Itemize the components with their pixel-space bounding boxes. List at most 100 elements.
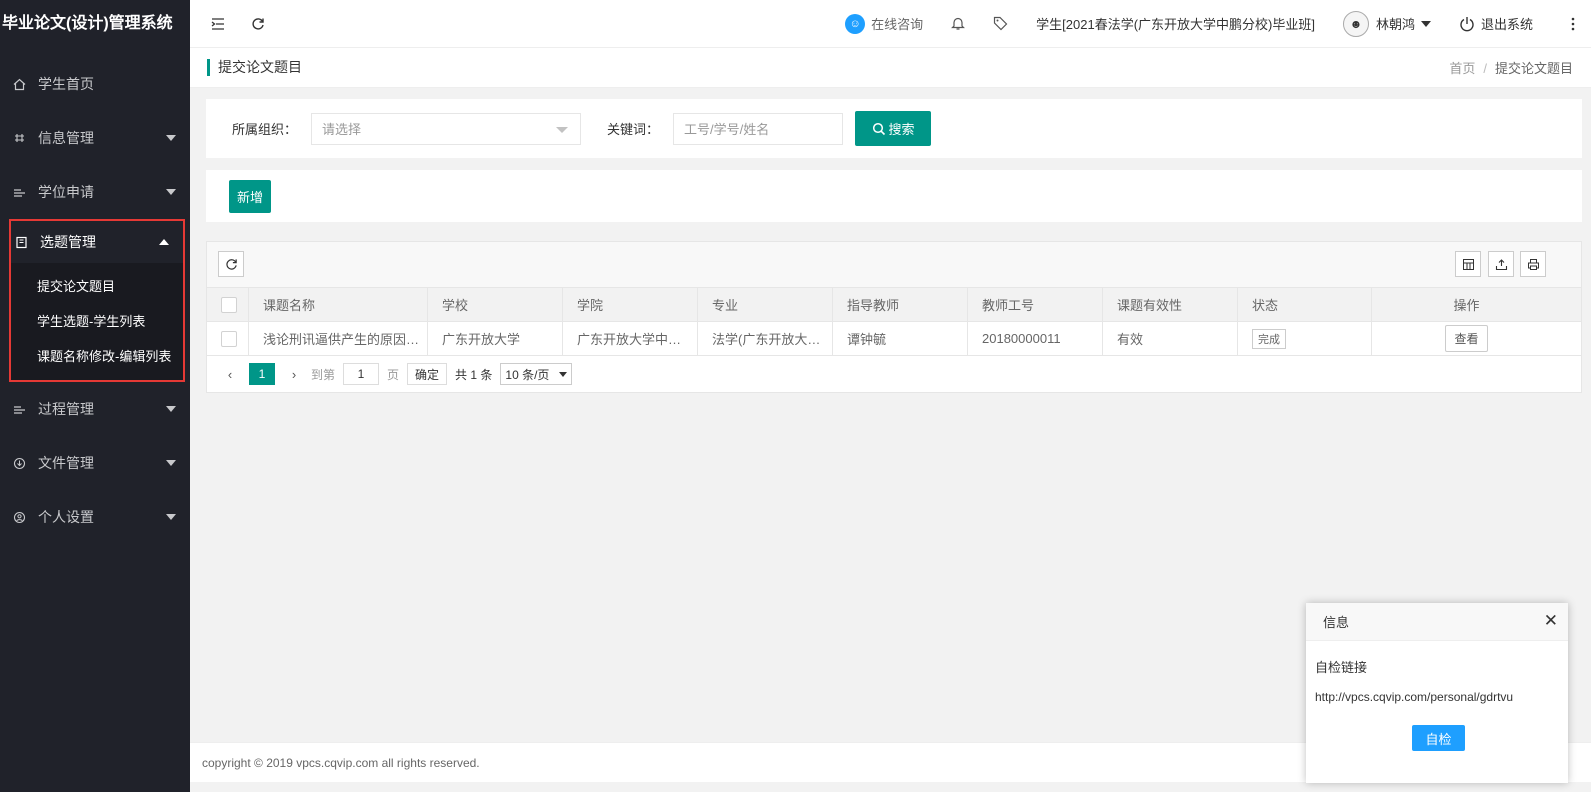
self-check-button[interactable]: 自检 (1412, 725, 1465, 751)
column-header[interactable]: 教师工号 (968, 288, 1103, 321)
columns-button[interactable] (1455, 251, 1481, 277)
export-icon (1495, 258, 1507, 270)
chevron-down-icon (1420, 20, 1431, 27)
top-header: ☺ 在线咨询 学生[2021春法学(广东开放大学中鹏分校)毕业班] ☻ 林朝鸿 … (190, 0, 1591, 48)
breadcrumb-separator: / (1483, 61, 1487, 76)
page-unit: 页 (387, 367, 400, 382)
print-button[interactable] (1520, 251, 1546, 277)
cell-college: 广东开放大学中… (563, 322, 698, 355)
self-check-link[interactable]: http://vpcs.cqvip.com/personal/gdrtvu (1315, 690, 1559, 704)
columns-icon (1462, 258, 1474, 270)
select-all-cell (207, 288, 249, 321)
chevron-down-icon (559, 371, 568, 377)
column-header: 操作 (1453, 298, 1480, 313)
chevron-down-icon (166, 189, 176, 195)
tag-icon (994, 16, 1008, 31)
more-vertical-icon (1571, 17, 1575, 30)
sidebar-item-home[interactable]: 学生首页 (0, 57, 190, 111)
export-button[interactable] (1488, 251, 1514, 277)
info-icon (12, 131, 26, 145)
cell-school: 广东开放大学 (428, 322, 563, 355)
refresh-icon (225, 258, 237, 270)
sidebar-item-label: 信息管理 (38, 130, 94, 146)
menu-toggle-button[interactable] (198, 0, 238, 48)
sidebar-item-label: 选题管理 (40, 234, 96, 250)
current-page[interactable]: 1 (249, 363, 275, 385)
print-icon (1527, 258, 1539, 270)
popup-label: 自检链接 (1315, 660, 1368, 675)
chevron-down-icon (166, 460, 176, 466)
cell-advisor-id: 20180000011 (968, 322, 1103, 355)
column-header[interactable]: 学院 (563, 288, 698, 321)
goto-confirm-button[interactable]: 确定 (407, 363, 448, 385)
avatar: ☻ (1342, 10, 1369, 37)
column-header[interactable]: 专业 (698, 288, 833, 321)
row-checkbox[interactable] (221, 330, 237, 347)
menu-fold-icon (211, 17, 224, 30)
sidebar-subitem-submit-title[interactable]: 提交论文题目 (11, 269, 183, 304)
column-header[interactable]: 课题有效性 (1103, 288, 1238, 321)
degree-icon (12, 185, 26, 199)
user-menu[interactable]: ☻ 林朝鸿 (1329, 0, 1445, 48)
breadcrumb-bar: 提交论文题目 首页 / 提交论文题目 (190, 48, 1591, 88)
user-settings-icon (12, 510, 26, 524)
sidebar-item-label: 过程管理 (38, 401, 94, 417)
notification-button[interactable] (937, 0, 979, 48)
online-consult-link[interactable]: ☺ 在线咨询 (831, 0, 937, 48)
refresh-button[interactable] (238, 0, 278, 48)
sidebar-item-topic[interactable]: 选题管理 (11, 221, 183, 263)
goto-label: 到第 (311, 367, 336, 382)
breadcrumb-current: 提交论文题目 (1494, 61, 1573, 76)
pagination: ‹ 1 › 到第 1 页 确定 共 1 条 10 条/页 (207, 356, 1581, 392)
add-button[interactable]: 新增 (229, 179, 271, 213)
sidebar-item-settings[interactable]: 个人设置 (0, 490, 190, 544)
sidebar-item-file[interactable]: 文件管理 (0, 436, 190, 490)
close-icon[interactable]: ✕ (1544, 612, 1558, 630)
column-header[interactable]: 学校 (428, 288, 563, 321)
sidebar-subitem-student-list[interactable]: 学生选题-学生列表 (11, 304, 183, 339)
cell-advisor: 谭钟毓 (833, 322, 968, 355)
sidebar: 毕业论文(设计)管理系统 学生首页 信息管理 学位申请 选题管理 提交论文题目 (0, 0, 190, 792)
sidebar-item-degree[interactable]: 学位申请 (0, 165, 190, 219)
keyword-input[interactable]: 工号/学号/姓名 (673, 112, 844, 145)
breadcrumb-home-link[interactable]: 首页 (1449, 61, 1475, 76)
sidebar-subitem-edit-list[interactable]: 课题名称修改-编辑列表 (11, 339, 183, 374)
select-all-checkbox[interactable] (221, 296, 237, 313)
app-title: 毕业论文(设计)管理系统 (0, 0, 190, 48)
column-header[interactable]: 状态 (1238, 288, 1372, 321)
cell-title: 浅论刑讯逼供产生的原因… (249, 322, 428, 355)
tag-button[interactable] (979, 0, 1022, 48)
table-refresh-button[interactable] (218, 251, 244, 277)
chevron-down-icon (556, 126, 569, 133)
more-button[interactable] (1547, 0, 1591, 48)
table-row: 浅论刑讯逼供产生的原因… 广东开放大学 广东开放大学中… 法学(广东开放大… 谭… (207, 322, 1581, 356)
logout-button[interactable]: 退出系统 (1445, 0, 1547, 48)
column-header[interactable]: 课题名称 (249, 288, 428, 321)
submenu-topic: 提交论文题目 学生选题-学生列表 课题名称修改-编辑列表 (11, 263, 183, 380)
sidebar-item-process[interactable]: 过程管理 (0, 382, 190, 436)
copyright-text: copyright © 2019 vpcs.cqvip.com all righ… (202, 755, 480, 770)
cell-action: 查看 (1372, 322, 1561, 355)
prev-page-button[interactable]: ‹ (219, 367, 241, 382)
goto-page-input[interactable]: 1 (343, 363, 380, 385)
page-size-select[interactable]: 10 条/页 (500, 363, 573, 385)
org-select[interactable]: 请选择 (311, 112, 582, 145)
highlight-box: 选题管理 提交论文题目 学生选题-学生列表 课题名称修改-编辑列表 (9, 219, 185, 382)
bell-icon (951, 17, 966, 30)
cell-major: 法学(广东开放大… (698, 322, 833, 355)
topic-icon (14, 235, 28, 249)
breadcrumb: 首页 / 提交论文题目 (1449, 58, 1573, 77)
search-button[interactable]: 搜索 (855, 111, 932, 146)
chevron-up-icon (159, 239, 169, 245)
cell-validity: 有效 (1103, 322, 1238, 355)
data-table: 课题名称 学校 学院 专业 指导教师 教师工号 课题有效性 状态 操作 浅论刑讯… (206, 241, 1582, 393)
process-icon (12, 402, 26, 416)
next-page-button[interactable]: › (283, 367, 305, 382)
sidebar-item-info[interactable]: 信息管理 (0, 111, 190, 165)
row-select-cell (207, 322, 249, 355)
view-button[interactable]: 查看 (1445, 325, 1488, 352)
chevron-down-icon (166, 406, 176, 412)
search-panel: 所属组织： 请选择 关键词： 工号/学号/姓名 搜索 (206, 99, 1582, 158)
chevron-down-icon (166, 514, 176, 520)
column-header[interactable]: 指导教师 (833, 288, 968, 321)
